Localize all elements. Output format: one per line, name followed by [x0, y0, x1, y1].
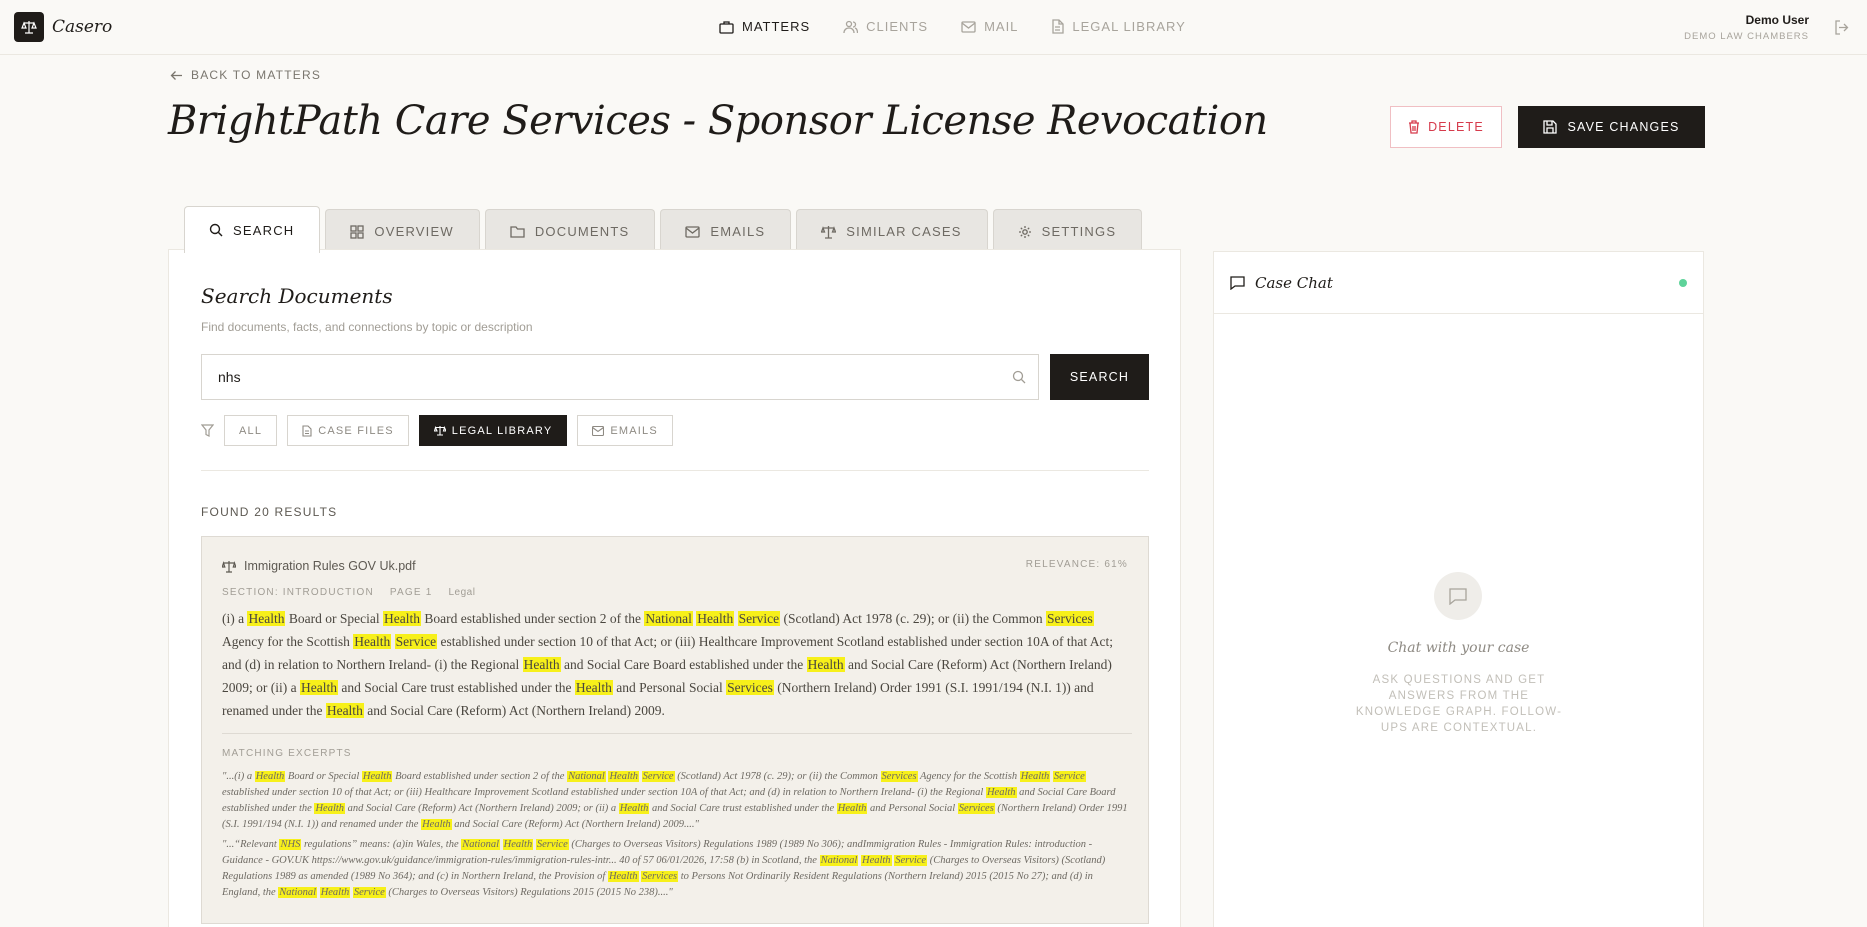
nav-item-clients[interactable]: CLIENTS: [843, 19, 928, 34]
mail-icon: [685, 225, 701, 238]
tab-label: OVERVIEW: [374, 224, 454, 239]
source-filters: ALL CASE FILES LEGAL LIBRARY EMAILS: [201, 415, 683, 446]
result-category: Legal: [448, 587, 476, 598]
document-icon: [1052, 19, 1065, 34]
case-chat-panel: Case Chat Chat with your case ASK QUESTI…: [1213, 251, 1704, 927]
grid-icon: [350, 224, 365, 239]
gear-icon: [1018, 225, 1031, 238]
filter-label: CASE FILES: [318, 424, 394, 437]
scales-icon: [222, 560, 236, 573]
nav-item-legal-library[interactable]: LEGAL LIBRARY: [1051, 19, 1185, 34]
user-name: Demo User: [1745, 13, 1809, 27]
user-info[interactable]: Demo User DEMO LAW CHAMBERS: [1684, 13, 1809, 42]
back-label: BACK TO MATTERS: [191, 68, 322, 82]
scales-icon: [14, 12, 44, 42]
chat-bubble-icon: [1434, 572, 1482, 620]
main-nav: MATTERS CLIENTS MAIL LEGAL LIBRARY: [719, 19, 1219, 34]
nav-item-label: MAIL: [984, 19, 1019, 34]
tab-label: SEARCH: [233, 222, 295, 238]
scales-icon: [433, 425, 446, 436]
tab-emails[interactable]: EMAILS: [660, 209, 792, 253]
tab-documents[interactable]: DOCUMENTS: [484, 209, 656, 253]
delete-button[interactable]: DELETE: [1390, 106, 1502, 148]
filter-label: EMAILS: [610, 424, 658, 437]
trash-icon: [1409, 120, 1420, 134]
user-organization: DEMO LAW CHAMBERS: [1684, 31, 1809, 42]
search-title: Search Documents: [201, 284, 393, 308]
matching-excerpt: "...“Relevant NHS regulations” means: (a…: [222, 839, 1106, 898]
tab-label: DOCUMENTS: [534, 224, 630, 239]
matching-excerpt: "...(i) a Health Board or Special Health…: [222, 771, 1128, 830]
matter-tabs: SEARCH OVERVIEW DOCUMENTS EMAILS SIMILAR…: [184, 206, 1147, 253]
tab-search[interactable]: SEARCH: [184, 206, 321, 253]
filter-icon: [201, 424, 214, 437]
filter-legal-library[interactable]: LEGAL LIBRARY: [418, 415, 568, 446]
tab-settings[interactable]: SETTINGS: [992, 209, 1143, 253]
result-file[interactable]: Immigration Rules GOV Uk.pdf: [222, 559, 416, 573]
nav-item-label: LEGAL LIBRARY: [1072, 19, 1186, 34]
brand-name: Casero: [52, 17, 113, 37]
filter-case-files[interactable]: CASE FILES: [287, 415, 409, 446]
results-count: FOUND 20 RESULTS: [201, 505, 338, 519]
tab-similar-cases[interactable]: SIMILAR CASES: [796, 209, 988, 253]
mail-icon: [961, 20, 976, 33]
users-icon: [843, 20, 859, 33]
nav-item-matters[interactable]: MATTERS: [719, 19, 810, 34]
chat-title-text: Case Chat: [1255, 274, 1333, 292]
filter-label: ALL: [239, 424, 263, 437]
save-label: SAVE CHANGES: [1567, 120, 1680, 134]
tab-label: EMAILS: [710, 224, 766, 239]
chat-title: Case Chat: [1230, 274, 1333, 292]
delete-label: DELETE: [1428, 120, 1484, 134]
filter-emails[interactable]: EMAILS: [577, 415, 673, 446]
matching-excerpts-label: MATCHING EXCERPTS: [222, 748, 352, 759]
nav-item-label: CLIENTS: [866, 19, 929, 34]
folder-icon: [510, 226, 525, 238]
filter-label: LEGAL LIBRARY: [451, 424, 553, 437]
document-icon: [302, 424, 312, 437]
arrow-left-icon: [170, 70, 182, 80]
result-page: PAGE 1: [389, 587, 433, 598]
mail-icon: [592, 425, 605, 436]
nav-item-mail[interactable]: MAIL: [961, 19, 1018, 34]
back-to-matters-link[interactable]: BACK TO MATTERS: [170, 68, 321, 82]
chat-empty-title: Chat with your case: [1387, 640, 1530, 656]
nav-item-label: MATTERS: [742, 19, 811, 34]
scales-icon: [821, 225, 837, 239]
tab-label: SETTINGS: [1041, 224, 1117, 239]
status-indicator: [1679, 279, 1687, 287]
result-text: (i) a Health Board or Special Health Boa…: [222, 611, 1114, 718]
page-title: BrightPath Care Services - Sponsor Licen…: [168, 98, 1268, 144]
result-section: SECTION: INTRODUCTION: [222, 587, 374, 598]
search-button[interactable]: SEARCH: [1050, 354, 1149, 400]
search-input[interactable]: [218, 369, 978, 385]
search-field[interactable]: [201, 354, 1039, 400]
divider: [201, 470, 1149, 471]
chat-empty-subtitle: ASK QUESTIONS AND GET ANSWERS FROM THE K…: [1355, 674, 1563, 734]
search-icon: [209, 223, 223, 237]
search-icon[interactable]: [1012, 370, 1026, 384]
result-meta: SECTION: INTRODUCTION PAGE 1 Legal: [222, 587, 475, 598]
search-result-card[interactable]: Immigration Rules GOV Uk.pdf RELEVANCE: …: [201, 536, 1149, 924]
chat-bubble-icon: [1230, 276, 1245, 290]
briefcase-icon: [719, 20, 734, 34]
logout-icon[interactable]: [1834, 20, 1849, 40]
save-icon: [1543, 120, 1558, 134]
divider: [222, 733, 1132, 734]
top-navigation-bar: Casero MATTERS CLIENTS MAIL LEGAL LIBRAR…: [0, 0, 1867, 55]
chat-header: Case Chat: [1214, 252, 1703, 314]
save-changes-button[interactable]: SAVE CHANGES: [1518, 106, 1705, 148]
result-file-name: Immigration Rules GOV Uk.pdf: [244, 559, 416, 573]
tab-overview[interactable]: OVERVIEW: [325, 209, 480, 253]
search-subtitle: Find documents, facts, and connections b…: [201, 320, 533, 334]
brand[interactable]: Casero: [14, 12, 112, 42]
tab-label: SIMILAR CASES: [846, 224, 962, 239]
search-panel: Search Documents Find documents, facts, …: [168, 249, 1181, 927]
filter-all[interactable]: ALL: [224, 415, 278, 446]
result-relevance: RELEVANCE: 61%: [1025, 559, 1128, 570]
